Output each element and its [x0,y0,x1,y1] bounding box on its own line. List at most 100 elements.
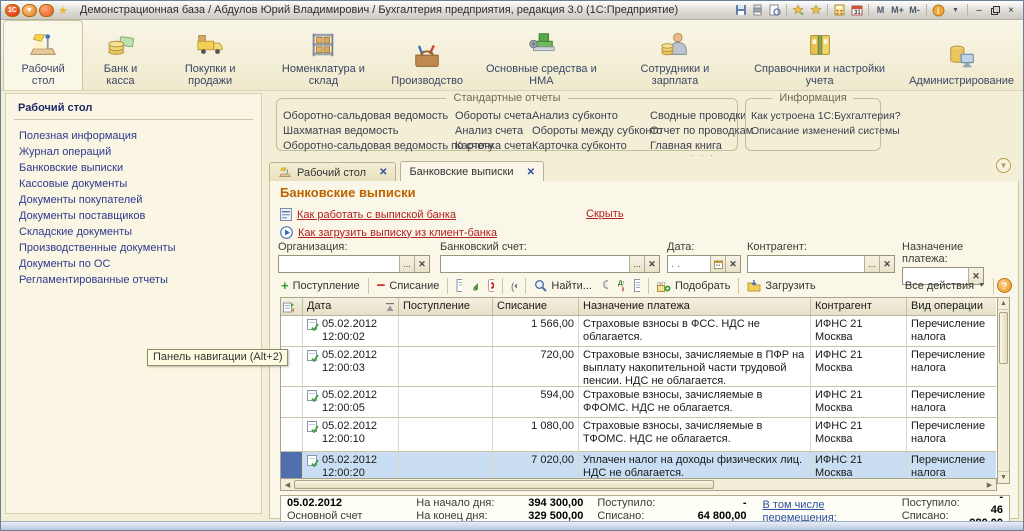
counterparty-filter-field[interactable]: ... ✕ [747,255,895,273]
date-clear-icon[interactable]: ✕ [725,256,740,272]
report-link[interactable]: Карточка субконто [532,139,650,154]
favorites-icon[interactable] [807,3,824,18]
table-row[interactable]: 05.02.201212:00:02 1 566,00 Страховые вз… [281,316,996,347]
report-link[interactable]: Карточка счета [455,139,532,154]
info-link-change-description[interactable]: Описание изменений системы [751,124,875,139]
favorites-star-icon[interactable]: ★ [58,4,68,17]
report-link[interactable]: Обороты между субконто [532,124,650,139]
report-link[interactable]: Оборотно-сальдовая ведомость по счету [283,139,455,154]
print-icon[interactable] [749,3,766,18]
column-header-receipt[interactable]: Поступление [399,298,493,315]
add-to-favorites-icon[interactable] [790,3,807,18]
tab-close-icon[interactable]: ✕ [379,167,387,178]
report-link[interactable]: Отчет по проводкам [650,124,753,139]
help-link-load-from-client-bank[interactable]: Как загрузить выписку из клиент-банка [298,227,497,239]
tab-desktop[interactable]: Рабочий стол ✕ [269,162,396,182]
counterparty-lookup-button[interactable]: ... [864,256,879,272]
nav-item-useful-info[interactable]: Полезная информация [6,128,261,144]
hide-link[interactable]: Скрыть [586,208,624,220]
info-icon[interactable]: i [930,3,947,18]
panel-resize-grip[interactable]: · · · [691,150,715,160]
date-input[interactable] [668,256,710,272]
calendar-icon[interactable]: 31 [848,3,865,18]
vertical-scrollbar[interactable]: ▲ ▼ [997,297,1010,484]
section-references-settings[interactable]: Справочники и настройки учета [737,24,902,90]
nav-item-cash-documents[interactable]: Кассовые документы [6,176,261,192]
bank-account-input[interactable] [441,256,629,272]
load-button[interactable]: Загрузить [742,277,820,294]
help-link-work-with-statement[interactable]: Как работать с выпиской банка [297,209,456,221]
save-icon[interactable] [732,3,749,18]
organization-input[interactable] [279,256,399,272]
counterparty-input[interactable] [748,256,864,272]
show-postings-button[interactable]: ДтКт [613,278,629,294]
bank-account-clear-icon[interactable]: ✕ [644,256,659,272]
nav-item-supplier-documents[interactable]: Документы поставщиков [6,208,261,224]
pick-button[interactable]: питПодобрать [652,277,735,294]
nav-item-bank-statements[interactable]: Банковские выписки [6,160,261,176]
scroll-down-arrow[interactable]: ▼ [998,471,1009,483]
organization-filter-field[interactable]: ... ✕ [278,255,430,273]
counterparty-clear-icon[interactable]: ✕ [879,256,894,272]
set-period-button[interactable]: () [506,278,522,294]
section-employees-salary[interactable]: Сотрудники и зарплата [613,24,737,90]
nav-item-regulated-reports[interactable]: Регламентированные отчеты [6,272,261,288]
report-link[interactable]: Оборотно-сальдовая ведомость [283,109,455,124]
vertical-scroll-thumb[interactable] [999,312,1008,364]
scroll-left-arrow[interactable]: ◀ [281,479,294,490]
system-menu-dropdown-button[interactable]: ▼ [22,4,37,17]
report-link[interactable]: Сводные проводки [650,109,753,124]
column-header-operation[interactable]: Вид операции [907,298,996,315]
minimize-button[interactable]: – [971,3,987,17]
date-calendar-icon[interactable] [710,256,725,272]
column-header-writeoff[interactable]: Списание [493,298,579,315]
section-bank-cash[interactable]: Банк и касса [83,24,157,90]
edit-button[interactable] [467,278,483,294]
organization-lookup-button[interactable]: ... [399,256,414,272]
report-link[interactable]: Анализ субконто [532,109,650,124]
delete-button[interactable] [483,278,499,294]
organization-clear-icon[interactable]: ✕ [414,256,429,272]
column-header-date[interactable]: Дата [303,298,399,315]
create-document-button[interactable] [451,278,467,294]
calculator-icon[interactable] [831,3,848,18]
horizontal-scrollbar[interactable]: ◀ ▶ [280,478,997,491]
report-link[interactable]: Шахматная ведомость [283,124,455,139]
table-row[interactable]: 05.02.201212:00:10 1 080,00 Страховые вз… [281,418,996,452]
help-button[interactable]: ? [997,278,1012,293]
1c-logo-menu-button[interactable]: 1С [5,4,20,17]
bank-account-lookup-button[interactable]: ... [629,256,644,272]
horizontal-scroll-thumb[interactable] [294,480,714,489]
writeoff-button[interactable]: −Списание [372,278,445,294]
report-link[interactable]: Анализ счета [455,124,532,139]
column-header-purpose[interactable]: Назначение платежа [579,298,811,315]
table-row[interactable]: 05.02.201212:00:03 720,00 Страховые взно… [281,347,996,387]
section-fixed-assets[interactable]: Основные средства и НМА [470,24,613,90]
nav-item-warehouse-documents[interactable]: Складские документы [6,224,261,240]
find-button[interactable]: Найти... [529,277,597,294]
section-purchases-sales[interactable]: Покупки и продажи [158,24,263,90]
scroll-right-arrow[interactable]: ▶ [983,479,996,490]
info-link-how-1c-works[interactable]: Как устроена 1С:Бухгалтерия? [751,109,875,124]
section-desktop[interactable]: Рабочий стол [3,20,83,90]
scroll-up-arrow[interactable]: ▲ [998,298,1009,310]
section-nomenclature-warehouse[interactable]: Номенклатура и склад [263,24,385,90]
table-row[interactable]: 05.02.201212:00:05 594,00 Страховые взно… [281,387,996,418]
section-production[interactable]: Производство [384,24,470,90]
restore-button[interactable] [987,3,1003,17]
section-administration[interactable]: Администрирование [902,24,1021,90]
close-button[interactable]: × [1003,3,1019,17]
report-link[interactable]: Обороты счета [455,109,532,124]
system-button[interactable] [39,4,54,17]
date-filter-field[interactable]: ✕ [667,255,741,273]
clear-find-button[interactable] [597,278,613,294]
bank-account-filter-field[interactable]: ... ✕ [440,255,660,273]
tab-close-icon[interactable]: ✕ [527,167,535,178]
memory-minus-button[interactable]: M- [906,3,923,18]
nav-item-operations-journal[interactable]: Журнал операций [6,144,261,160]
chevron-down-icon[interactable]: ▼ [947,3,964,18]
document-list-button[interactable] [629,278,645,294]
nav-item-fixed-asset-documents[interactable]: Документы по ОС [6,256,261,272]
print-preview-icon[interactable] [766,3,783,18]
all-actions-button[interactable]: Все действия▼ [900,278,990,294]
